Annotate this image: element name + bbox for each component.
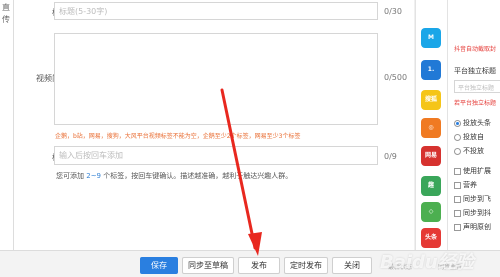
left-strip-char: 传 — [2, 15, 10, 24]
left-strip-char: 直 — [2, 3, 10, 12]
scheduled-publish-button[interactable]: 定时发布 — [284, 257, 328, 274]
baidu-watermark: Baidu经验 — [380, 252, 474, 273]
radio-button[interactable] — [454, 133, 461, 141]
checkbox-label: 同步到抖 — [463, 209, 491, 217]
platform-app-icon[interactable]: 网易 — [421, 146, 441, 166]
radio-option[interactable]: 不投放 — [454, 146, 484, 156]
sync-draft-button[interactable]: 同步至草稿 — [182, 257, 234, 274]
checkbox[interactable] — [454, 167, 461, 175]
radio-label: 投放自 — [463, 133, 484, 141]
left-side-strip: 直 传 — [0, 0, 14, 250]
checkbox[interactable] — [454, 181, 461, 189]
radio-button[interactable] — [454, 147, 461, 155]
checkbox[interactable] — [454, 223, 461, 231]
tags-hint-range: 2~9 — [86, 172, 102, 180]
checkbox-option[interactable]: 同步到抖 — [454, 208, 491, 218]
checkbox-option[interactable]: 声明原创 — [454, 222, 491, 232]
tags-warning: 企鹅，b站，网易，搜狗，大风平台视频标签不能为空，企鹅至少2个标签，网易至少3个… — [55, 133, 301, 140]
title-input[interactable]: 标题(5-30字) — [54, 2, 378, 20]
checkbox-option[interactable]: 营养 — [454, 180, 477, 190]
platform-app-icon[interactable]: 1. — [421, 60, 441, 80]
checkbox[interactable] — [454, 195, 461, 203]
platform-app-icon[interactable]: ◇ — [421, 202, 441, 222]
platform-icon-column: M 1. 搜狐 ◎ 网易 趣 ◇ 头条 — [415, 0, 447, 250]
platform-app-icon[interactable]: 头条 — [421, 228, 441, 248]
title-counter: 0/30 — [384, 7, 402, 16]
checkbox[interactable] — [454, 209, 461, 217]
radio-option[interactable]: 投放头条 — [454, 118, 491, 128]
checkbox-label: 声明原创 — [463, 223, 491, 231]
radio-label: 投放头条 — [463, 119, 491, 127]
editor-page: 直 传 标题 标题(5-30字) 0/30 视频简介 0/500 企鹅，b站，网… — [0, 0, 500, 277]
save-button[interactable]: 保存 — [140, 257, 178, 274]
platform-app-icon[interactable]: M — [421, 28, 441, 48]
checkbox-label: 使用扩展 — [463, 167, 491, 175]
independent-title-input[interactable]: 平台独立标题 — [454, 80, 500, 93]
platform-app-icon[interactable]: 趣 — [421, 176, 441, 196]
platform-app-icon[interactable]: 搜狐 — [421, 90, 441, 110]
platform-app-icon[interactable]: ◎ — [421, 118, 441, 138]
close-button[interactable]: 关闭 — [332, 257, 372, 274]
publish-button[interactable]: 发布 — [238, 257, 280, 274]
tags-input[interactable]: 输入后按回车添加 — [54, 146, 378, 165]
checkbox-option[interactable]: 使用扩展 — [454, 166, 491, 176]
checkbox-option[interactable]: 同步到飞 — [454, 194, 491, 204]
tags-counter: 0/9 — [384, 152, 397, 161]
radio-button[interactable] — [454, 119, 461, 127]
radio-option[interactable]: 投放自 — [454, 132, 484, 142]
tags-hint-suffix: 个标签，按回车键确认。描述越准确，越利于触达兴趣人群。 — [101, 172, 293, 180]
checkbox-label: 同步到飞 — [463, 195, 491, 203]
platform-settings-panel: 抖音自动截取封 平台独立标题 平台独立标题 若平台独立标题 投放头条 投放自 不… — [447, 0, 500, 250]
independent-title-note: 若平台独立标题 — [454, 100, 497, 107]
radio-label: 不投放 — [463, 147, 484, 155]
tags-hint-prefix: 您可添加 — [56, 172, 87, 180]
checkbox-label: 营养 — [463, 181, 477, 189]
intro-counter: 0/500 — [384, 73, 408, 82]
tags-hint: 您可添加 2~9 个标签，按回车键确认。描述越准确，越利于触达兴趣人群。 — [56, 171, 292, 181]
video-form: 标题 标题(5-30字) 0/30 视频简介 0/500 企鹅，b站，网易，搜狗… — [14, 0, 414, 250]
cover-note: 抖音自动截取封 — [454, 46, 497, 53]
independent-title-label: 平台独立标题 — [454, 67, 496, 75]
intro-textarea[interactable] — [54, 33, 378, 125]
